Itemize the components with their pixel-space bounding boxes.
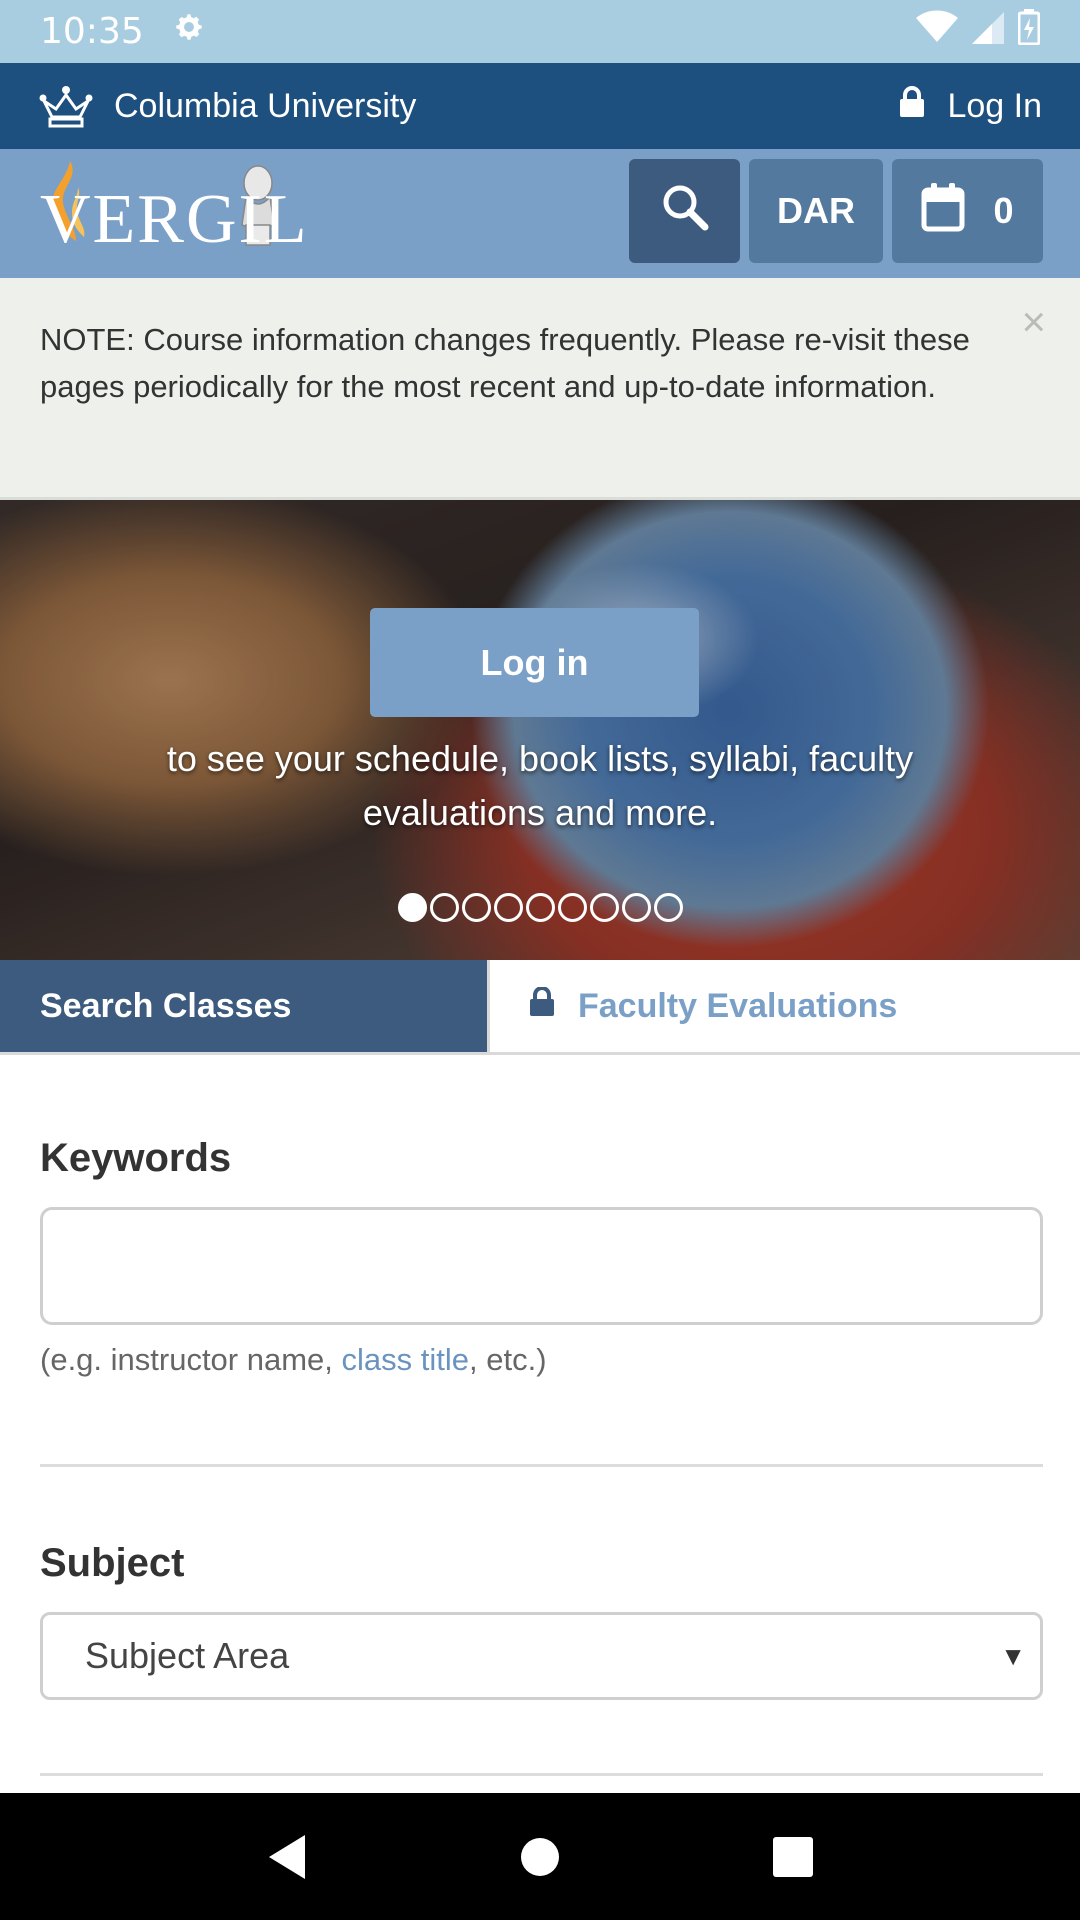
class-title-link[interactable]: class title <box>342 1342 469 1377</box>
search-icon <box>661 183 709 240</box>
status-time: 10:35 <box>40 11 144 52</box>
gear-icon <box>172 10 206 53</box>
back-button[interactable] <box>247 1817 327 1897</box>
crown-icon <box>38 83 94 129</box>
recents-button[interactable] <box>753 1817 833 1897</box>
recents-icon <box>773 1836 814 1877</box>
lock-icon <box>899 85 925 127</box>
signal-icon <box>972 10 1004 53</box>
hint-prefix: (e.g. instructor name, <box>40 1342 342 1377</box>
search-tabs: Search Classes Faculty Evaluations <box>0 960 1080 1055</box>
keywords-input[interactable] <box>40 1207 1043 1325</box>
search-button[interactable] <box>629 159 740 263</box>
tab-faculty-evaluations-label: Faculty Evaluations <box>578 986 898 1025</box>
carousel-dot[interactable] <box>398 893 427 922</box>
carousel-dot[interactable] <box>462 893 491 922</box>
back-icon <box>268 1834 305 1879</box>
lock-icon <box>530 985 554 1026</box>
tab-faculty-evaluations[interactable]: Faculty Evaluations <box>487 960 1080 1052</box>
tab-search-classes-label: Search Classes <box>40 986 292 1025</box>
divider <box>40 1464 1043 1467</box>
vergil-header: VERGIL DAR 0 <box>0 149 1080 278</box>
battery-icon <box>1017 9 1041 54</box>
wifi-icon <box>916 10 958 53</box>
keywords-hint: (e.g. instructor name, class title, etc.… <box>40 1342 547 1378</box>
subject-label: Subject <box>40 1541 185 1585</box>
subject-selected-value: Subject Area <box>85 1635 290 1676</box>
android-nav-bar <box>0 1793 1080 1920</box>
carousel-dot[interactable] <box>654 893 683 922</box>
home-button[interactable] <box>500 1817 580 1897</box>
top-login-link[interactable]: Log In <box>899 85 1042 127</box>
carousel-dot[interactable] <box>430 893 459 922</box>
top-login-label: Log In <box>947 86 1042 125</box>
calendar-icon <box>921 182 965 241</box>
carousel-dot[interactable] <box>494 893 523 922</box>
course-info-note: NOTE: Course information changes frequen… <box>0 278 1080 500</box>
status-bar: 10:35 <box>0 0 1080 63</box>
subject-select[interactable]: Subject Area ▼ <box>40 1612 1043 1700</box>
logo-text: VERGIL <box>40 181 309 258</box>
columbia-title[interactable]: Columbia University <box>114 87 416 126</box>
keywords-label: Keywords <box>40 1136 232 1180</box>
close-icon[interactable]: × <box>1021 298 1046 345</box>
home-icon <box>520 1837 559 1876</box>
dar-button[interactable]: DAR <box>749 159 883 263</box>
tab-search-classes[interactable]: Search Classes <box>0 960 487 1052</box>
dar-label: DAR <box>777 190 855 231</box>
carousel-indicators <box>398 893 683 922</box>
cart-count: 0 <box>993 190 1014 231</box>
carousel-dot[interactable] <box>590 893 619 922</box>
hero-image <box>0 500 1080 960</box>
carousel-dot[interactable] <box>526 893 555 922</box>
hero-login-button[interactable]: Log in <box>370 608 699 717</box>
carousel-dot[interactable] <box>622 893 651 922</box>
schedule-cart-button[interactable]: 0 <box>892 159 1043 263</box>
vergil-logo[interactable]: VERGIL <box>40 157 310 269</box>
hero-tagline: to see your schedule, book lists, syllab… <box>166 738 914 833</box>
hint-suffix: , etc.) <box>469 1342 547 1377</box>
columbia-bar: Columbia University Log In <box>0 63 1080 149</box>
note-text: NOTE: Course information changes frequen… <box>40 322 970 404</box>
chevron-down-icon: ▼ <box>1000 1640 1026 1671</box>
hero-carousel: Log in to see your schedule, book lists,… <box>0 500 1080 960</box>
carousel-dot[interactable] <box>558 893 587 922</box>
divider <box>40 1773 1043 1776</box>
